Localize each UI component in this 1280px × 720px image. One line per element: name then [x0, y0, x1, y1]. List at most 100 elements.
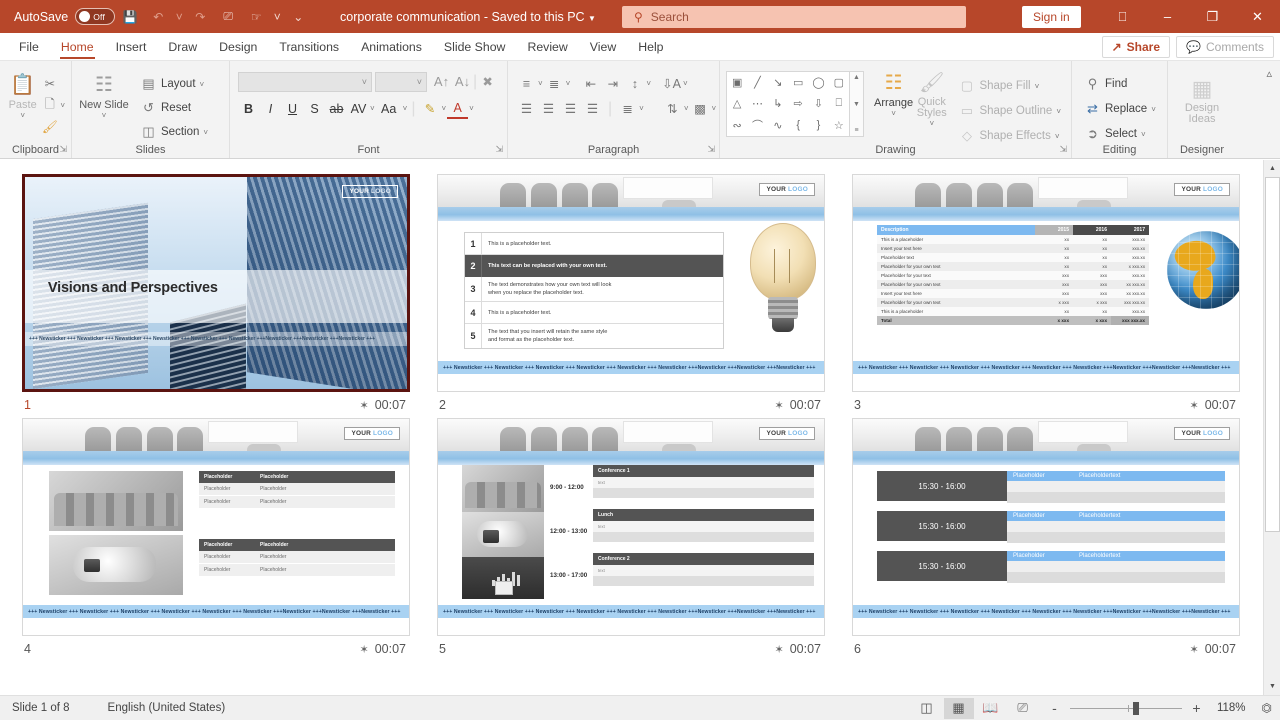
- shape-gallery-scrollbar[interactable]: ▲ ▼ ≡: [850, 71, 864, 137]
- numbering-dropdown-icon[interactable]: ˅: [566, 79, 571, 88]
- shape-block-arrow-down-icon[interactable]: ⇩: [808, 93, 828, 114]
- shape-textbox-icon[interactable]: ▣: [727, 72, 747, 93]
- arrange-button[interactable]: ☷ Arrange ˅: [874, 69, 913, 118]
- shape-fill-dropdown-icon[interactable]: ˅: [1035, 82, 1040, 91]
- font-size-dropdown-icon[interactable]: ˅: [417, 77, 422, 87]
- italic-icon[interactable]: I: [260, 98, 281, 119]
- zoom-out-button[interactable]: -: [1048, 700, 1062, 716]
- line-spacing-icon[interactable]: ↕: [624, 73, 645, 94]
- font-dialog-launcher[interactable]: ⇲: [495, 144, 503, 155]
- section-button[interactable]: ◫ Section ˅: [136, 121, 212, 143]
- shape-gallery-scroll-up-icon[interactable]: ▲: [853, 74, 860, 81]
- columns-icon[interactable]: ≣: [617, 98, 638, 119]
- share-button[interactable]: ↗ Share: [1101, 36, 1171, 58]
- change-case-icon[interactable]: Aa: [376, 98, 402, 119]
- line-spacing-dropdown-icon[interactable]: ˅: [646, 79, 651, 88]
- shape-outline-button[interactable]: ▭ Shape Outline ˅: [954, 100, 1065, 122]
- sign-in-button[interactable]: Sign in: [1022, 5, 1081, 28]
- transition-star-icon[interactable]: ✶: [360, 399, 369, 412]
- bold-icon[interactable]: B: [238, 98, 259, 119]
- increase-indent-icon[interactable]: ⇥: [602, 73, 623, 94]
- slide-thumbnail-2[interactable]: 1 This is a placeholder text. 2 This tex…: [437, 174, 825, 392]
- slide-thumbnail-1[interactable]: Visions and Perspectives +++ Newsticker …: [22, 174, 410, 392]
- increase-font-icon[interactable]: A↑: [431, 71, 452, 92]
- align-text-icon[interactable]: ⇅: [662, 98, 683, 119]
- document-title-dropdown-icon[interactable]: ▼: [588, 14, 596, 23]
- arrange-dropdown-icon[interactable]: ˅: [891, 109, 896, 118]
- shape-scribble-icon[interactable]: ∾: [727, 115, 747, 136]
- shape-oval-icon[interactable]: ◯: [808, 72, 828, 93]
- slide-sorter-icon[interactable]: ▦: [943, 697, 974, 719]
- font-color-icon[interactable]: A: [447, 98, 469, 119]
- paste-dropdown-icon[interactable]: ˅: [20, 111, 25, 120]
- shape-rounded-rectangle-icon[interactable]: ▢: [829, 72, 849, 93]
- underline-icon[interactable]: U: [282, 98, 303, 119]
- paragraph-dialog-launcher[interactable]: ⇲: [707, 144, 715, 155]
- quick-styles-dropdown-icon[interactable]: ˅: [929, 119, 934, 128]
- format-painter-icon[interactable]: 🖌: [39, 117, 60, 138]
- highlight-icon[interactable]: ✎: [420, 98, 441, 119]
- minimize-button[interactable]: ‒: [1145, 0, 1190, 33]
- reading-view-icon[interactable]: 📖: [976, 698, 1006, 719]
- section-dropdown-icon[interactable]: ˅: [203, 128, 208, 137]
- find-button[interactable]: ⚲ Find: [1080, 73, 1167, 95]
- customize-qat-icon[interactable]: ⌄: [285, 4, 311, 30]
- touch-dropdown-icon[interactable]: ˅: [271, 4, 283, 30]
- slide-thumbnail-5[interactable]: 9:00 - 12:00 12:00 - 13:00 13:00 - 17:00…: [437, 418, 825, 636]
- transition-star-icon[interactable]: ✶: [775, 399, 784, 412]
- reset-button[interactable]: ↺ Reset: [136, 97, 212, 119]
- slide-counter[interactable]: Slide 1 of 8: [12, 702, 70, 714]
- search-input[interactable]: [650, 9, 931, 24]
- highlight-dropdown-icon[interactable]: ˅: [442, 104, 447, 113]
- align-right-icon[interactable]: ☰: [560, 98, 581, 119]
- numbering-icon[interactable]: ≣: [544, 73, 565, 94]
- bullets-dropdown-icon[interactable]: ˅: [538, 79, 543, 88]
- char-spacing-dropdown-icon[interactable]: ˅: [370, 104, 375, 113]
- shape-block-arrow-right-icon[interactable]: ⇨: [788, 93, 808, 114]
- close-button[interactable]: ✕: [1235, 0, 1280, 33]
- shape-star-icon[interactable]: ☆: [829, 115, 849, 136]
- tab-slide-show[interactable]: Slide Show: [433, 34, 517, 60]
- align-center-icon[interactable]: ☰: [538, 98, 559, 119]
- shadow-icon[interactable]: S: [304, 98, 325, 119]
- font-name-combobox[interactable]: ˅: [238, 71, 372, 92]
- ribbon-display-options-icon[interactable]: ⎕: [1100, 0, 1145, 33]
- clipboard-dialog-launcher[interactable]: ⇲: [59, 144, 67, 155]
- columns-dropdown-icon[interactable]: ˅: [639, 104, 644, 113]
- shape-curve-icon[interactable]: ∿: [768, 115, 788, 136]
- maximize-button[interactable]: ❐: [1190, 0, 1235, 33]
- copy-dropdown-icon[interactable]: ˅: [60, 101, 65, 110]
- slide-thumbnail-6[interactable]: 15:30 - 16:00 Placeholder Placeholdertex…: [852, 418, 1240, 636]
- shape-gallery[interactable]: ▣ ╱ ↘ ▭ ◯ ▢ △ ⋯ ↳ ⇨ ⇩ ⎕ ∾ ⌒ ∿ { } ☆: [726, 71, 850, 137]
- bullets-icon[interactable]: ≡: [516, 73, 537, 94]
- tab-view[interactable]: View: [579, 34, 627, 60]
- transition-star-icon[interactable]: ✶: [1190, 643, 1199, 656]
- vertical-scrollbar[interactable]: ▲ ▼: [1263, 160, 1280, 695]
- start-presentation-icon[interactable]: ⎚: [215, 4, 241, 30]
- cut-icon[interactable]: ✂: [39, 73, 60, 94]
- select-dropdown-icon[interactable]: ˅: [1141, 130, 1146, 139]
- quick-styles-button[interactable]: 🖌 Quick Styles ˅: [913, 69, 950, 128]
- font-color-dropdown-icon[interactable]: ˅: [469, 104, 474, 113]
- change-case-dropdown-icon[interactable]: ˅: [403, 104, 408, 113]
- shape-line-icon[interactable]: ╱: [747, 72, 767, 93]
- shape-triangle-icon[interactable]: △: [727, 93, 747, 114]
- comments-button[interactable]: 💬 Comments: [1176, 36, 1274, 58]
- shape-elbow-arrow-connector-icon[interactable]: ↳: [768, 93, 788, 114]
- font-size-combobox[interactable]: ˅: [375, 71, 427, 92]
- replace-button[interactable]: ⇄ Replace ˅: [1080, 98, 1167, 120]
- zoom-level[interactable]: 118%: [1212, 702, 1246, 714]
- clear-formatting-icon[interactable]: ✖: [477, 71, 498, 92]
- new-slide-dropdown-icon[interactable]: ˅: [102, 111, 107, 120]
- tab-home[interactable]: Home: [50, 34, 105, 60]
- select-button[interactable]: ➲ Select ˅: [1080, 123, 1167, 145]
- strikethrough-icon[interactable]: ab: [326, 98, 347, 119]
- char-spacing-icon[interactable]: AV: [348, 98, 369, 119]
- replace-dropdown-icon[interactable]: ˅: [1151, 105, 1156, 114]
- transition-star-icon[interactable]: ✶: [360, 643, 369, 656]
- transition-star-icon[interactable]: ✶: [1190, 399, 1199, 412]
- tab-review[interactable]: Review: [516, 34, 578, 60]
- shape-arc-icon[interactable]: ⌒: [747, 115, 767, 136]
- tab-design[interactable]: Design: [208, 34, 268, 60]
- text-direction-icon[interactable]: ⇩A: [661, 73, 682, 94]
